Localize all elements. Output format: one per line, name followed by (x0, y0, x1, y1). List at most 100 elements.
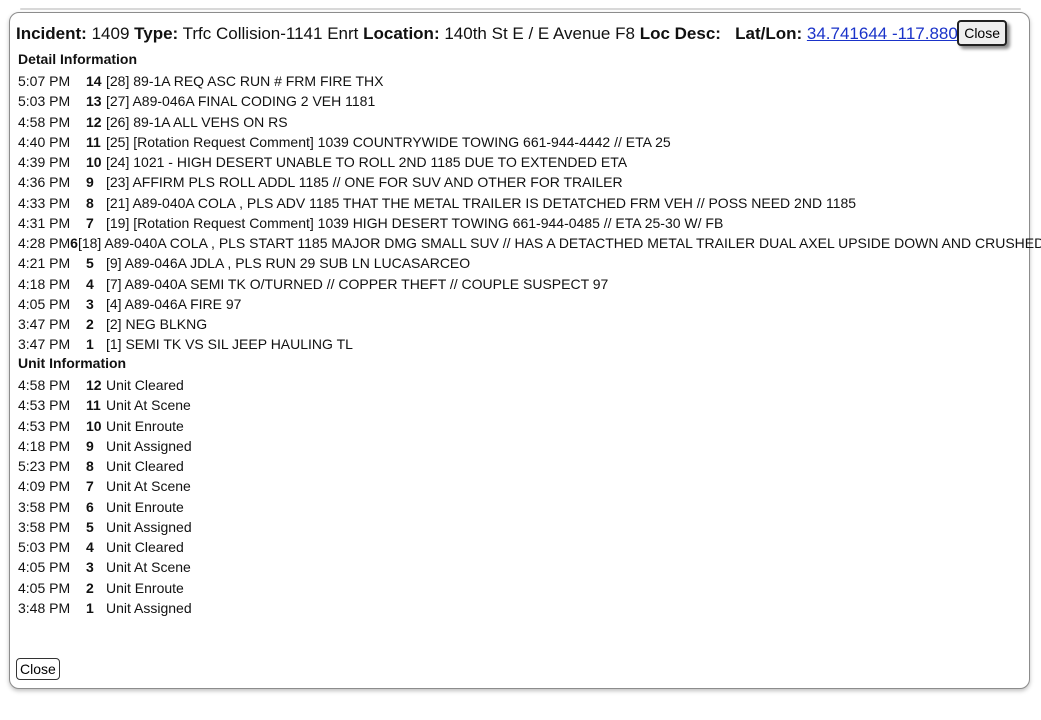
incident-dialog: Incident: 1409 Type: Trfc Collision-1141… (9, 12, 1041, 689)
row-text: [25] [Rotation Request Comment] 1039 COU… (106, 133, 671, 150)
row-time: 4:18 PM (18, 275, 71, 292)
incident-type: Trfc Collision-1141 Enrt (182, 24, 359, 43)
row-time: 5:03 PM (18, 539, 71, 555)
detail-row: 3:47 PM 1 [1] SEMI TK VS SIL JEEP HAULING … (18, 334, 1019, 354)
row-time: 3:58 PM (18, 518, 71, 535)
row-time: 4:33 PM (18, 194, 71, 211)
row-number: 10 (86, 154, 102, 170)
row-number: 1 (86, 599, 94, 616)
row-text: Unit At Scene (106, 559, 191, 576)
unit-row: 4:53 PM 11 Unit At Scene (18, 395, 1019, 415)
row-text: Unit At Scene (106, 397, 191, 414)
detail-list: 5:07 PM 14 [28] 89-1A REQ ASC RUN # FRM FI… (18, 71, 1041, 355)
row-time: 4:53 PM (18, 397, 71, 414)
unit-row: 4:53 PM 10 Unit Enroute (18, 416, 1019, 436)
row-text: [23] AFFIRM PLS ROLL ADDL 1185 // ONE FO… (106, 174, 623, 191)
detail-row: 5:07 PM 14 [28] 89-1A REQ ASC RUN # FRM FI… (18, 71, 1019, 91)
unit-row: 3:58 PM 6 Unit Enroute (18, 497, 1019, 517)
row-text: [28] 89-1A REQ ASC RUN # FRM FIRE THX (106, 73, 384, 89)
row-time: 5:03 PM (18, 93, 71, 110)
row-number: 3 (86, 295, 94, 312)
row-number: 10 (86, 417, 102, 434)
detail-row: 4:28 PM 6 [18] A89-040A COLA , PLS START 1… (18, 233, 1041, 253)
unit-row: 3:48 PM 1 Unit Assigned (18, 598, 1019, 618)
row-time: 4:58 PM (18, 377, 71, 393)
row-number: 5 (86, 255, 94, 272)
row-number: 9 (86, 437, 94, 454)
row-text: [9] A89-046A JDLA , PLS RUN 29 SUB LN LU… (106, 255, 471, 272)
detail-row: 3:47 PM 2 [2] NEG BLKNG (18, 314, 1019, 334)
row-time: 5:23 PM (18, 458, 71, 474)
row-text: Unit Assigned (106, 599, 192, 616)
row-text: [21] A89-040A COLA , PLS ADV 1185 THAT T… (106, 194, 857, 211)
row-text: Unit Cleared (106, 458, 184, 474)
row-number: 13 (86, 93, 102, 110)
loc-desc-label: Loc Desc: (639, 24, 721, 43)
detail-row: 4:31 PM 7 [19] [Rotation Request Comment] … (18, 213, 1019, 233)
row-time: 4:58 PM (18, 113, 71, 130)
unit-list: 4:58 PM 12 Unit Cleared 4:53 PM 11 Unit At Sc… (18, 375, 1019, 618)
row-time: 4:40 PM (18, 133, 71, 150)
row-text: [26] 89-1A ALL VEHS ON RS (106, 113, 288, 130)
incident-label: Incident: (16, 24, 87, 43)
row-time: 5:07 PM (18, 73, 71, 89)
location-label: Location: (363, 24, 440, 43)
row-text: [7] A89-040A SEMI TK O/TURNED // COPPER … (106, 275, 609, 292)
row-number: 3 (86, 559, 94, 576)
row-time: 4:31 PM (18, 214, 71, 231)
detail-row: 4:58 PM 12 [26] 89-1A ALL VEHS ON RS (18, 112, 1019, 132)
detail-row: 4:05 PM 3 [4] A89-046A FIRE 97 (18, 294, 1019, 314)
row-text: Unit Enroute (106, 579, 184, 596)
row-number: 12 (86, 113, 102, 130)
row-text: Unit Assigned (106, 518, 192, 535)
row-number: 4 (86, 275, 94, 292)
row-text: [18] A89-040A COLA , PLS START 1185 MAJO… (77, 235, 1041, 251)
row-text: Unit Enroute (106, 498, 184, 515)
row-number: 6 (70, 235, 78, 251)
unit-section-title: Unit Information (18, 355, 127, 371)
top-edge-line (20, 8, 1021, 10)
unit-row: 4:05 PM 2 Unit Enroute (18, 578, 1019, 598)
row-number: 12 (86, 377, 102, 393)
row-number: 7 (86, 214, 94, 231)
row-number: 2 (86, 579, 94, 596)
incident-number: 1409 (91, 24, 130, 43)
row-time: 3:47 PM (18, 316, 71, 332)
detail-row: 4:21 PM 5 [9] A89-046A JDLA , PLS RUN 29 S… (18, 253, 1019, 273)
row-time: 4:21 PM (18, 255, 71, 272)
row-text: Unit Assigned (106, 437, 192, 454)
row-number: 7 (86, 478, 94, 495)
row-number: 8 (86, 458, 94, 474)
unit-row: 4:09 PM 7 Unit At Scene (18, 476, 1019, 496)
row-number: 9 (86, 174, 94, 191)
close-button-top[interactable]: Close (957, 20, 1007, 46)
close-button-bottom[interactable]: Close (16, 658, 60, 680)
row-text: [27] A89-046A FINAL CODING 2 VEH 1181 (106, 93, 376, 110)
unit-row: 4:05 PM 3 Unit At Scene (18, 557, 1019, 577)
latlon-label: Lat/Lon: (735, 24, 803, 43)
detail-row: 4:39 PM 10 [24] 1021 - HIGH DESERT UNABLE … (18, 152, 1019, 172)
row-number: 11 (86, 133, 101, 150)
detail-row: 5:03 PM 13 [27] A89-046A FINAL CODING 2 VE… (18, 91, 1019, 111)
row-text: [4] A89-046A FIRE 97 (106, 295, 242, 312)
row-time: 3:58 PM (18, 498, 71, 515)
incident-header: Incident: 1409 Type: Trfc Collision-1141… (16, 21, 1023, 47)
unit-row: 5:03 PM 4 Unit Cleared (18, 537, 1019, 557)
row-text: [1] SEMI TK VS SIL JEEP HAULING TL (106, 336, 353, 353)
row-number: 14 (86, 73, 102, 89)
type-label: Type: (134, 24, 179, 43)
row-time: 4:36 PM (18, 174, 71, 191)
row-time: 4:05 PM (18, 559, 71, 576)
row-number: 4 (86, 539, 94, 555)
unit-row: 3:58 PM 5 Unit Assigned (18, 517, 1019, 537)
row-number: 1 (86, 336, 94, 353)
row-time: 4:53 PM (18, 417, 71, 434)
row-text: [24] 1021 - HIGH DESERT UNABLE TO ROLL 2… (106, 154, 628, 170)
row-time: 3:48 PM (18, 599, 71, 616)
unit-row: 4:18 PM 9 Unit Assigned (18, 436, 1019, 456)
top-edge (0, 0, 1041, 10)
row-time: 4:05 PM (18, 579, 71, 596)
incident-location: 140th St E / E Avenue F8 (444, 24, 635, 43)
row-text: [2] NEG BLKNG (106, 316, 208, 332)
detail-row: 4:18 PM 4 [7] A89-040A SEMI TK O/TURNED //… (18, 274, 1019, 294)
